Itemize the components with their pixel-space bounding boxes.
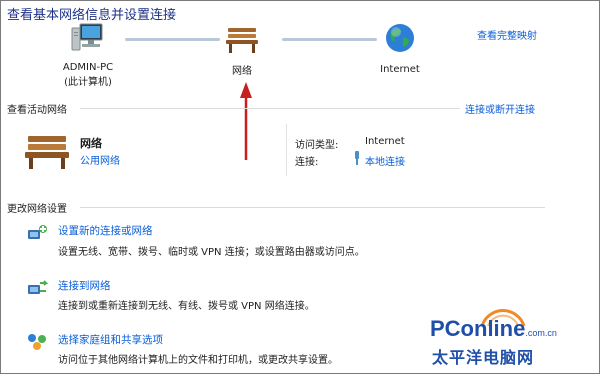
computer-icon[interactable] (70, 22, 106, 56)
page-title: 查看基本网络信息并设置连接 (7, 8, 177, 23)
map-line-right (282, 38, 377, 41)
globe-icon[interactable] (384, 22, 416, 54)
watermark-domain-text: .com.cn (525, 328, 557, 338)
setup-new-connection-link[interactable]: 设置新的连接或网络 (58, 223, 153, 238)
connection-label: 连接: (295, 157, 319, 168)
bench-icon-large (25, 136, 69, 169)
connect-to-network-desc: 连接到或重新连接到无线、有线、拨号或 VPN 网络连接。 (58, 301, 315, 312)
homegroup-sharing-link[interactable]: 选择家庭组和共享选项 (58, 332, 163, 347)
computer-sub: (此计算机) (64, 77, 112, 88)
connect-to-network-icon (28, 280, 48, 294)
network-node-label: 网络 (232, 66, 252, 77)
connect-to-network-link[interactable]: 连接到网络 (58, 278, 111, 293)
connect-disconnect-link[interactable]: 连接或断开连接 (465, 101, 535, 116)
active-vertical-divider (286, 124, 287, 176)
homegroup-icon (28, 334, 46, 350)
local-connection-link[interactable]: 本地连接 (365, 153, 405, 168)
view-full-map-link[interactable]: 查看完整映射 (477, 27, 537, 42)
homegroup-sharing-desc: 访问位于其他网络计算机上的文件和打印机，或更改共享设置。 (58, 355, 338, 366)
watermark-chinese: 太平洋电脑网 (432, 348, 535, 367)
watermark-brand: PConline.com.cn (430, 316, 557, 342)
computer-name: ADMIN-PC (62, 62, 114, 73)
plug-icon (355, 151, 359, 165)
watermark-brand-text: PConline (430, 316, 526, 341)
change-settings-section-label: 更改网络设置 (7, 204, 67, 215)
new-connection-icon (28, 225, 47, 239)
access-type-label: 访问类型: (295, 140, 339, 151)
internet-node-label: Internet (380, 64, 420, 75)
bench-icon[interactable] (225, 24, 259, 54)
map-line-left (125, 38, 220, 41)
network-type-link[interactable]: 公用网络 (80, 152, 120, 167)
access-type-value: Internet (365, 136, 405, 147)
setup-new-connection-desc: 设置无线、宽带、拨号、临时或 VPN 连接；或设置路由器或访问点。 (58, 247, 365, 258)
watermark: PConline.com.cn 太平洋电脑网 (420, 296, 600, 372)
active-network-section-label: 查看活动网络 (7, 105, 67, 116)
settings-divider (80, 207, 545, 208)
annotation-arrow (240, 82, 252, 160)
active-divider (80, 108, 460, 109)
active-network-name: 网络 (80, 137, 102, 150)
